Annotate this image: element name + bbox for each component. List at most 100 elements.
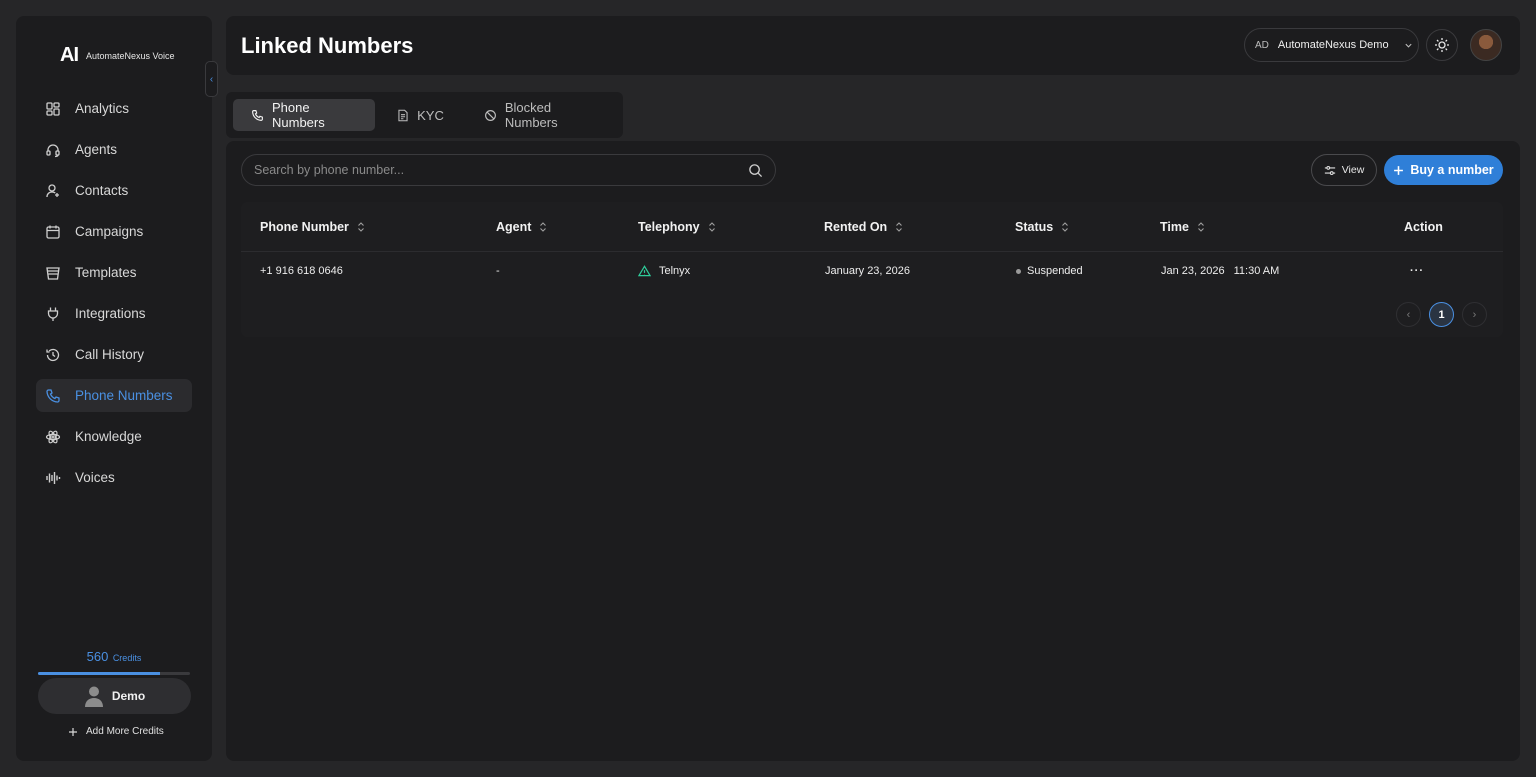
sidebar-item-label: Integrations (75, 306, 146, 321)
credits-progress-bar (38, 672, 190, 675)
sidebar-item-label: Contacts (75, 183, 129, 198)
status-badge: Suspended (1027, 265, 1083, 277)
plus-icon (1393, 165, 1404, 176)
contacts-icon (45, 183, 61, 199)
status-dot (1016, 268, 1021, 274)
user-name: Demo (111, 689, 146, 703)
sidebar-item-campaigns[interactable]: Campaigns (36, 215, 192, 248)
avatar[interactable] (1470, 29, 1502, 61)
org-abbreviation: AD (1255, 39, 1269, 51)
sidebar-collapse-button[interactable]: ‹ (205, 61, 218, 97)
sidebar-item-voices[interactable]: Voices (36, 461, 192, 494)
cell-status: Suspended (1016, 252, 1083, 290)
row-actions-button[interactable]: ··· (1410, 252, 1424, 290)
sidebar-item-label: Agents (75, 142, 118, 157)
tab-bar: Phone Numbers KYC Blocked Numbers (226, 92, 623, 138)
view-options-button[interactable]: View (1311, 154, 1377, 186)
sidebar-item-phone-numbers[interactable]: Phone Numbers (36, 379, 192, 412)
sort-icon (539, 221, 547, 232)
sliders-icon (1324, 165, 1336, 176)
top-header: Linked Numbers AD AutomateNexus Demo (226, 16, 1520, 75)
sidebar-item-label: Templates (75, 265, 137, 280)
cell-telephony: Telnyx (638, 252, 690, 290)
sidebar-item-integrations[interactable]: Integrations (36, 297, 192, 330)
column-label: Phone Number (260, 219, 349, 234)
document-icon (397, 109, 409, 122)
buy-label: Buy a number (1410, 163, 1494, 177)
column-label: Rented On (824, 219, 888, 234)
templates-icon (45, 265, 61, 281)
sidebar-item-label: Campaigns (75, 224, 144, 239)
telephony-label: Telnyx (659, 265, 691, 277)
column-header-telephony[interactable]: Telephony (638, 202, 716, 251)
column-header-agent[interactable]: Agent (496, 202, 547, 251)
sidebar-item-knowledge[interactable]: Knowledge (36, 420, 192, 453)
credits-value: 560 (86, 649, 109, 664)
column-label: Telephony (638, 219, 700, 234)
cell-phone-number: +1 916 618 0646 (260, 265, 343, 277)
sidebar-item-label: Knowledge (75, 429, 142, 444)
sidebar-item-templates[interactable]: Templates (36, 256, 192, 289)
sidebar-item-contacts[interactable]: Contacts (36, 174, 192, 207)
phone-icon (45, 388, 61, 404)
sidebar-item-agents[interactable]: Agents (36, 133, 192, 166)
next-page-button[interactable]: › (1462, 302, 1487, 327)
theme-toggle-button[interactable] (1426, 29, 1458, 61)
sidebar-item-label: Call History (75, 347, 145, 362)
sidebar-item-call-history[interactable]: Call History (36, 338, 192, 371)
organization-selector[interactable]: AD AutomateNexus Demo (1244, 28, 1419, 62)
column-label: Time (1160, 219, 1189, 234)
column-header-time[interactable]: Time (1160, 202, 1205, 251)
brand-name: AutomateNexus Voice (86, 50, 175, 61)
phone-numbers-panel: View Buy a number Phone Number Agent Tel… (226, 141, 1520, 761)
cell-rented-on: January 23, 2026 (825, 265, 911, 277)
search-input[interactable] (254, 163, 748, 177)
column-label: Agent (496, 219, 532, 234)
sort-icon (895, 221, 903, 232)
column-header-status[interactable]: Status (1015, 202, 1069, 251)
sidebar-item-label: Voices (75, 470, 115, 485)
buy-number-button[interactable]: Buy a number (1384, 155, 1503, 185)
headset-icon (45, 142, 61, 158)
add-more-credits-button[interactable]: Add More Credits (68, 726, 164, 737)
view-label: View (1341, 164, 1365, 176)
time-clock: 11:30 AM (1233, 265, 1280, 277)
column-label: Status (1015, 219, 1054, 234)
tab-label: Blocked Numbers (504, 100, 558, 130)
tab-label: KYC (417, 107, 444, 123)
column-label: Action (1404, 219, 1443, 234)
prev-page-button[interactable]: ‹ (1396, 302, 1421, 327)
plus-icon (68, 727, 78, 737)
chevron-left-icon: ‹ (209, 73, 214, 85)
history-icon (45, 347, 61, 363)
sort-icon (1197, 221, 1205, 232)
table-row[interactable]: +1 916 618 0646 - Telnyx January 23, 202… (241, 252, 1503, 290)
page-title: Linked Numbers (241, 33, 414, 58)
tab-kyc[interactable]: KYC (379, 99, 462, 131)
numbers-table: Phone Number Agent Telephony Rented On S… (241, 202, 1503, 337)
page-button-current[interactable]: 1 (1429, 302, 1454, 327)
add-credits-label: Add More Credits (86, 726, 164, 737)
pagination: ‹ 1 › (1396, 302, 1487, 327)
credits-label: Credits (112, 653, 142, 663)
column-header-phone-number[interactable]: Phone Number (260, 202, 365, 251)
credits-progress-fill (38, 672, 160, 675)
user-icon (84, 685, 104, 707)
user-menu[interactable]: Demo (38, 678, 191, 714)
tab-blocked-numbers[interactable]: Blocked Numbers (466, 99, 616, 131)
column-header-rented-on[interactable]: Rented On (824, 202, 903, 251)
sidebar-item-analytics[interactable]: Analytics (36, 92, 192, 125)
sort-icon (357, 221, 365, 232)
search-icon[interactable] (748, 163, 763, 178)
brand-logo[interactable]: AI AutomateNexus Voice (60, 44, 175, 67)
org-name: AutomateNexus Demo (1277, 39, 1389, 51)
plug-icon (45, 306, 61, 322)
cell-time: Jan 23, 2026 11:30 AM (1161, 252, 1279, 290)
table-header: Phone Number Agent Telephony Rented On S… (241, 202, 1503, 252)
tab-phone-numbers[interactable]: Phone Numbers (233, 99, 376, 131)
tab-label: Phone Numbers (272, 100, 325, 130)
sidebar-item-label: Phone Numbers (75, 388, 173, 403)
atom-icon (45, 429, 61, 445)
cell-agent: - (496, 265, 500, 277)
sort-icon (1061, 221, 1069, 232)
